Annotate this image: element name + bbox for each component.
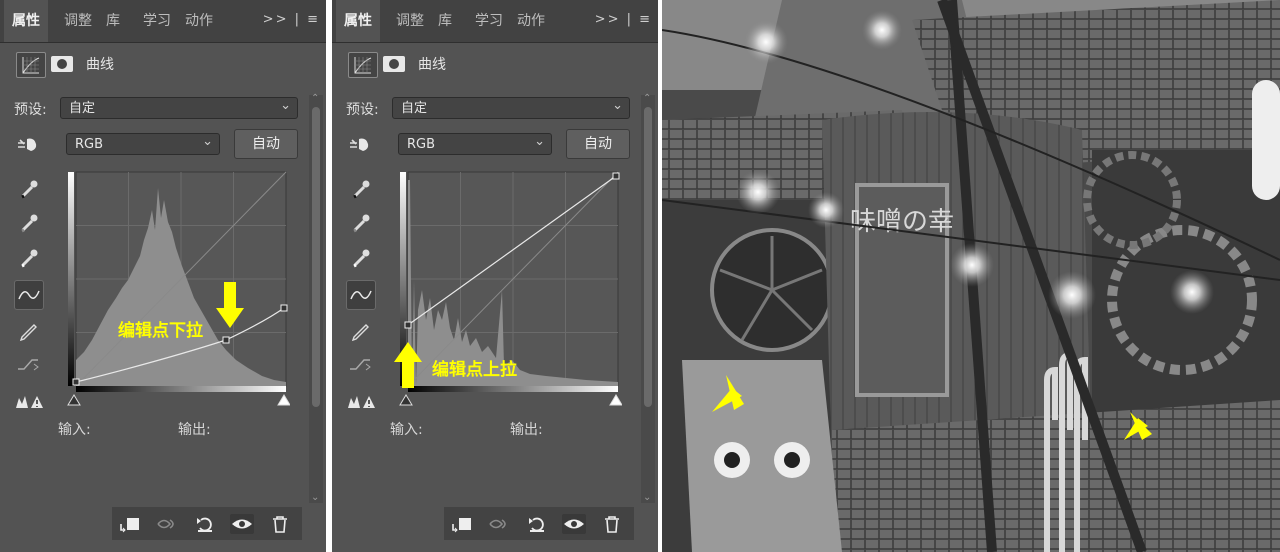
smooth-icon[interactable] xyxy=(346,350,376,380)
annotation-arrow-down xyxy=(216,282,244,328)
tab-libraries[interactable]: 库 xyxy=(438,0,452,42)
panel-menu-icon[interactable]: >> | ≡ xyxy=(595,12,652,27)
curves-adjust-icon xyxy=(16,52,46,78)
tab-libraries[interactable]: 库 xyxy=(106,0,120,42)
curve-point-icon[interactable] xyxy=(346,280,376,310)
mask-icon[interactable] xyxy=(380,52,410,76)
pencil-icon[interactable] xyxy=(14,315,44,345)
eyedropper-black-icon[interactable] xyxy=(14,174,44,204)
canvas-image: 味噌の幸 xyxy=(662,0,1280,552)
eyedropper-white-icon[interactable] xyxy=(346,243,376,273)
eyedropper-white-icon[interactable] xyxy=(14,243,44,273)
panel-scrollbar[interactable]: ⌃ ⌄ xyxy=(641,93,655,503)
eyedropper-gray-icon[interactable] xyxy=(14,208,44,238)
input-label: 输入: xyxy=(390,422,423,438)
input-label: 输入: xyxy=(58,422,91,438)
header-label: 曲线 xyxy=(86,57,114,73)
channel-select[interactable]: RGB xyxy=(66,131,220,155)
white-point-slider[interactable] xyxy=(277,394,290,406)
panel-tab-bar: 属性 调整 库 学习 动作 >> | ≡ xyxy=(0,0,326,43)
eyedropper-black-icon[interactable] xyxy=(346,174,376,204)
clipping-warning-icon[interactable] xyxy=(346,388,376,418)
tab-properties[interactable]: 属性 xyxy=(336,0,380,42)
curve-edit-point[interactable] xyxy=(222,336,230,344)
target-hand-icon[interactable] xyxy=(346,130,376,160)
output-label: 输出: xyxy=(510,422,543,438)
panel-tab-bar: 属性 调整 库 学习 动作 >> | ≡ xyxy=(332,0,658,43)
visibility-eye-icon[interactable] xyxy=(562,514,586,534)
annotation-label: 编辑点下拉 xyxy=(118,321,203,341)
tab-learn[interactable]: 学习 xyxy=(143,0,171,42)
white-point-slider[interactable] xyxy=(609,394,622,406)
preset-select[interactable]: 自定 xyxy=(60,95,298,119)
tab-actions[interactable]: 动作 xyxy=(185,0,213,42)
auto-button[interactable]: 自动 xyxy=(566,129,630,159)
view-previous-icon[interactable] xyxy=(488,514,512,534)
panel-footer xyxy=(112,507,302,540)
pencil-icon[interactable] xyxy=(346,315,376,345)
tab-learn[interactable]: 学习 xyxy=(475,0,503,42)
reset-icon[interactable] xyxy=(194,514,218,534)
panel-scrollbar[interactable]: ⌃ ⌄ xyxy=(309,93,323,503)
black-point-slider[interactable] xyxy=(399,394,413,406)
trash-icon[interactable] xyxy=(268,514,292,534)
curve-edit-point[interactable] xyxy=(404,321,412,329)
target-hand-icon[interactable] xyxy=(14,130,44,160)
panel-menu-icon[interactable]: >> | ≡ xyxy=(263,12,320,27)
reset-icon[interactable] xyxy=(526,514,550,534)
header-label: 曲线 xyxy=(418,57,446,73)
panel-footer xyxy=(444,507,634,540)
annotation-arrow-up xyxy=(394,342,422,388)
curves-properties-panel-2: 属性 调整 库 学习 动作 >> | ≡ 曲线 预设: 自定 RGB 自动 xyxy=(332,0,658,552)
curves-adjust-icon xyxy=(348,52,378,78)
smooth-icon[interactable] xyxy=(14,350,44,380)
mask-icon[interactable] xyxy=(48,52,78,76)
visibility-eye-icon[interactable] xyxy=(230,514,254,534)
clip-layer-icon[interactable] xyxy=(450,514,474,534)
sign-char-1: 味噌の幸 xyxy=(850,207,954,237)
tab-actions[interactable]: 动作 xyxy=(517,0,545,42)
annotation-label: 编辑点上拉 xyxy=(432,360,517,380)
eyedropper-gray-icon[interactable] xyxy=(346,208,376,238)
clipping-warning-icon[interactable] xyxy=(14,388,44,418)
output-label: 输出: xyxy=(178,422,211,438)
preset-label: 预设: xyxy=(346,102,379,118)
auto-button[interactable]: 自动 xyxy=(234,129,298,159)
curve-point-icon[interactable] xyxy=(14,280,44,310)
view-previous-icon[interactable] xyxy=(156,514,180,534)
channel-select[interactable]: RGB xyxy=(398,131,552,155)
preset-label: 预设: xyxy=(14,102,47,118)
black-point-slider[interactable] xyxy=(67,394,81,406)
trash-icon[interactable] xyxy=(600,514,624,534)
tab-adjustments[interactable]: 调整 xyxy=(64,0,92,42)
clip-layer-icon[interactable] xyxy=(118,514,142,534)
tab-adjustments[interactable]: 调整 xyxy=(396,0,424,42)
tab-properties[interactable]: 属性 xyxy=(4,0,48,42)
curves-graph[interactable] xyxy=(64,170,290,410)
curves-properties-panel: 属性 调整 库 学习 动作 >> | ≡ 曲线 预设: 自定 RGB 自动 xyxy=(0,0,326,552)
street-scene-illustration: 味噌の幸 xyxy=(662,0,1280,552)
preset-select[interactable]: 自定 xyxy=(392,95,630,119)
